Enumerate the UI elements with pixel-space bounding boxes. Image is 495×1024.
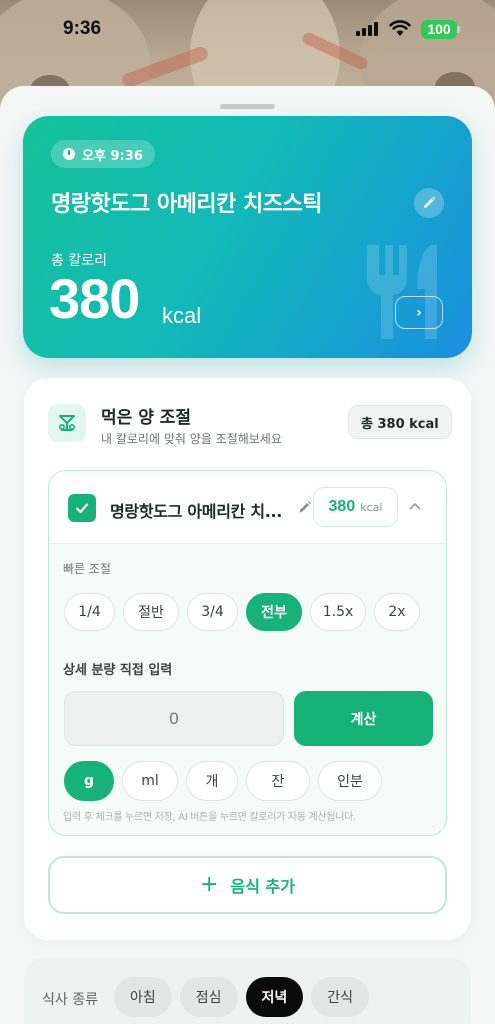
meal-option-dinner[interactable]: 저녁 bbox=[245, 977, 304, 1017]
status-bar: 9:36 100 bbox=[0, 0, 495, 60]
wifi-icon bbox=[389, 20, 411, 36]
total-calorie-value: 380 bbox=[49, 267, 140, 330]
pencil-icon[interactable] bbox=[298, 500, 312, 514]
clock-icon bbox=[63, 148, 75, 160]
portion-adjust-card: 먹은 양 조절 내 칼로리에 맞춰 양을 조절해보세요 총 380 kcal 명… bbox=[24, 378, 471, 940]
quick-option-all[interactable]: 전부 bbox=[246, 593, 302, 631]
portion-title: 먹은 양 조절 bbox=[101, 408, 192, 428]
portion-subtitle: 내 칼로리에 맞춰 양을 조절해보세요 bbox=[101, 432, 282, 446]
quick-option-half[interactable]: 절반 bbox=[123, 593, 179, 631]
detail-amount-label: 상세 분량 직접 입력 bbox=[63, 663, 173, 678]
scale-icon bbox=[48, 404, 86, 442]
add-food-label: 음식 추가 bbox=[230, 877, 295, 896]
chevron-right-icon: › bbox=[416, 304, 422, 321]
meal-type-options: 아침 점심 저녁 간식 bbox=[114, 977, 370, 1017]
quick-adjust-label: 빠른 조절 bbox=[63, 562, 111, 576]
cellular-signal-icon bbox=[356, 22, 382, 36]
quick-adjust-options: 1/4 절반 3/4 전부 1.5x 2x bbox=[64, 593, 434, 633]
total-calorie-unit: kcal bbox=[162, 303, 202, 328]
chevron-up-icon[interactable] bbox=[408, 499, 422, 513]
status-time: 9:36 bbox=[63, 18, 102, 39]
edit-title-button[interactable] bbox=[414, 188, 444, 218]
time-badge-label: 오후 9:36 bbox=[82, 148, 143, 164]
pencil-icon bbox=[424, 196, 436, 208]
detail-arrow-button[interactable]: › bbox=[395, 296, 443, 329]
unit-g[interactable]: g bbox=[64, 761, 114, 801]
quick-option-three-quarter[interactable]: 3/4 bbox=[187, 593, 238, 631]
food-calorie-badge[interactable]: 380 kcal bbox=[313, 487, 398, 527]
bottom-sheet: 오후 9:36 명랑핫도그 아메리칸 치즈스틱 총 칼로리 380 kcal ›… bbox=[0, 86, 495, 1024]
food-name: 명랑핫도그 아메리칸 치... bbox=[110, 502, 283, 521]
plus-icon: + bbox=[200, 872, 219, 897]
food-item-header[interactable]: 명랑핫도그 아메리칸 치... 380 kcal bbox=[49, 471, 446, 544]
check-icon bbox=[75, 503, 89, 514]
meal-title: 명랑핫도그 아메리칸 치즈스틱 bbox=[51, 192, 322, 217]
time-badge: 오후 9:36 bbox=[51, 140, 155, 168]
meal-type-label: 식사 종류 bbox=[42, 992, 98, 1008]
meal-option-snack[interactable]: 간식 bbox=[311, 977, 370, 1017]
unit-options: g ml 개 잔 인분 bbox=[64, 761, 382, 803]
total-kcal-badge: 총 380 kcal bbox=[348, 405, 452, 439]
unit-piece[interactable]: 개 bbox=[186, 761, 238, 801]
meal-summary-card: 오후 9:36 명랑핫도그 아메리칸 치즈스틱 총 칼로리 380 kcal › bbox=[23, 116, 472, 358]
food-calorie-value: 380 bbox=[328, 498, 356, 515]
add-food-button[interactable]: + 음식 추가 bbox=[48, 856, 447, 914]
unit-cup[interactable]: 잔 bbox=[246, 761, 310, 801]
input-hint: 입력 후 체크를 누르면 저장, AI 버튼을 누르면 칼로리가 자동 계산됩니… bbox=[63, 812, 356, 823]
food-calorie-unit: kcal bbox=[360, 500, 383, 514]
unit-ml[interactable]: ml bbox=[122, 761, 178, 801]
amount-input[interactable] bbox=[64, 691, 284, 746]
battery-icon: 100 bbox=[421, 20, 457, 39]
meal-type-card: 식사 종류 아침 점심 저녁 간식 bbox=[24, 958, 471, 1024]
battery-tip bbox=[457, 26, 460, 33]
quick-option-quarter[interactable]: 1/4 bbox=[64, 593, 115, 631]
calculate-button[interactable]: 계산 bbox=[294, 691, 433, 746]
meal-option-breakfast[interactable]: 아침 bbox=[114, 977, 172, 1017]
food-checkbox[interactable] bbox=[68, 494, 96, 522]
unit-serving[interactable]: 인분 bbox=[318, 761, 382, 801]
meal-option-lunch[interactable]: 점심 bbox=[179, 977, 238, 1017]
sheet-grabber[interactable] bbox=[220, 104, 275, 109]
quick-option-1-5x[interactable]: 1.5x bbox=[310, 593, 366, 631]
food-item: 명랑핫도그 아메리칸 치... 380 kcal 빠른 조절 1/4 절반 3/… bbox=[48, 470, 447, 836]
quick-option-2x[interactable]: 2x bbox=[374, 593, 420, 631]
